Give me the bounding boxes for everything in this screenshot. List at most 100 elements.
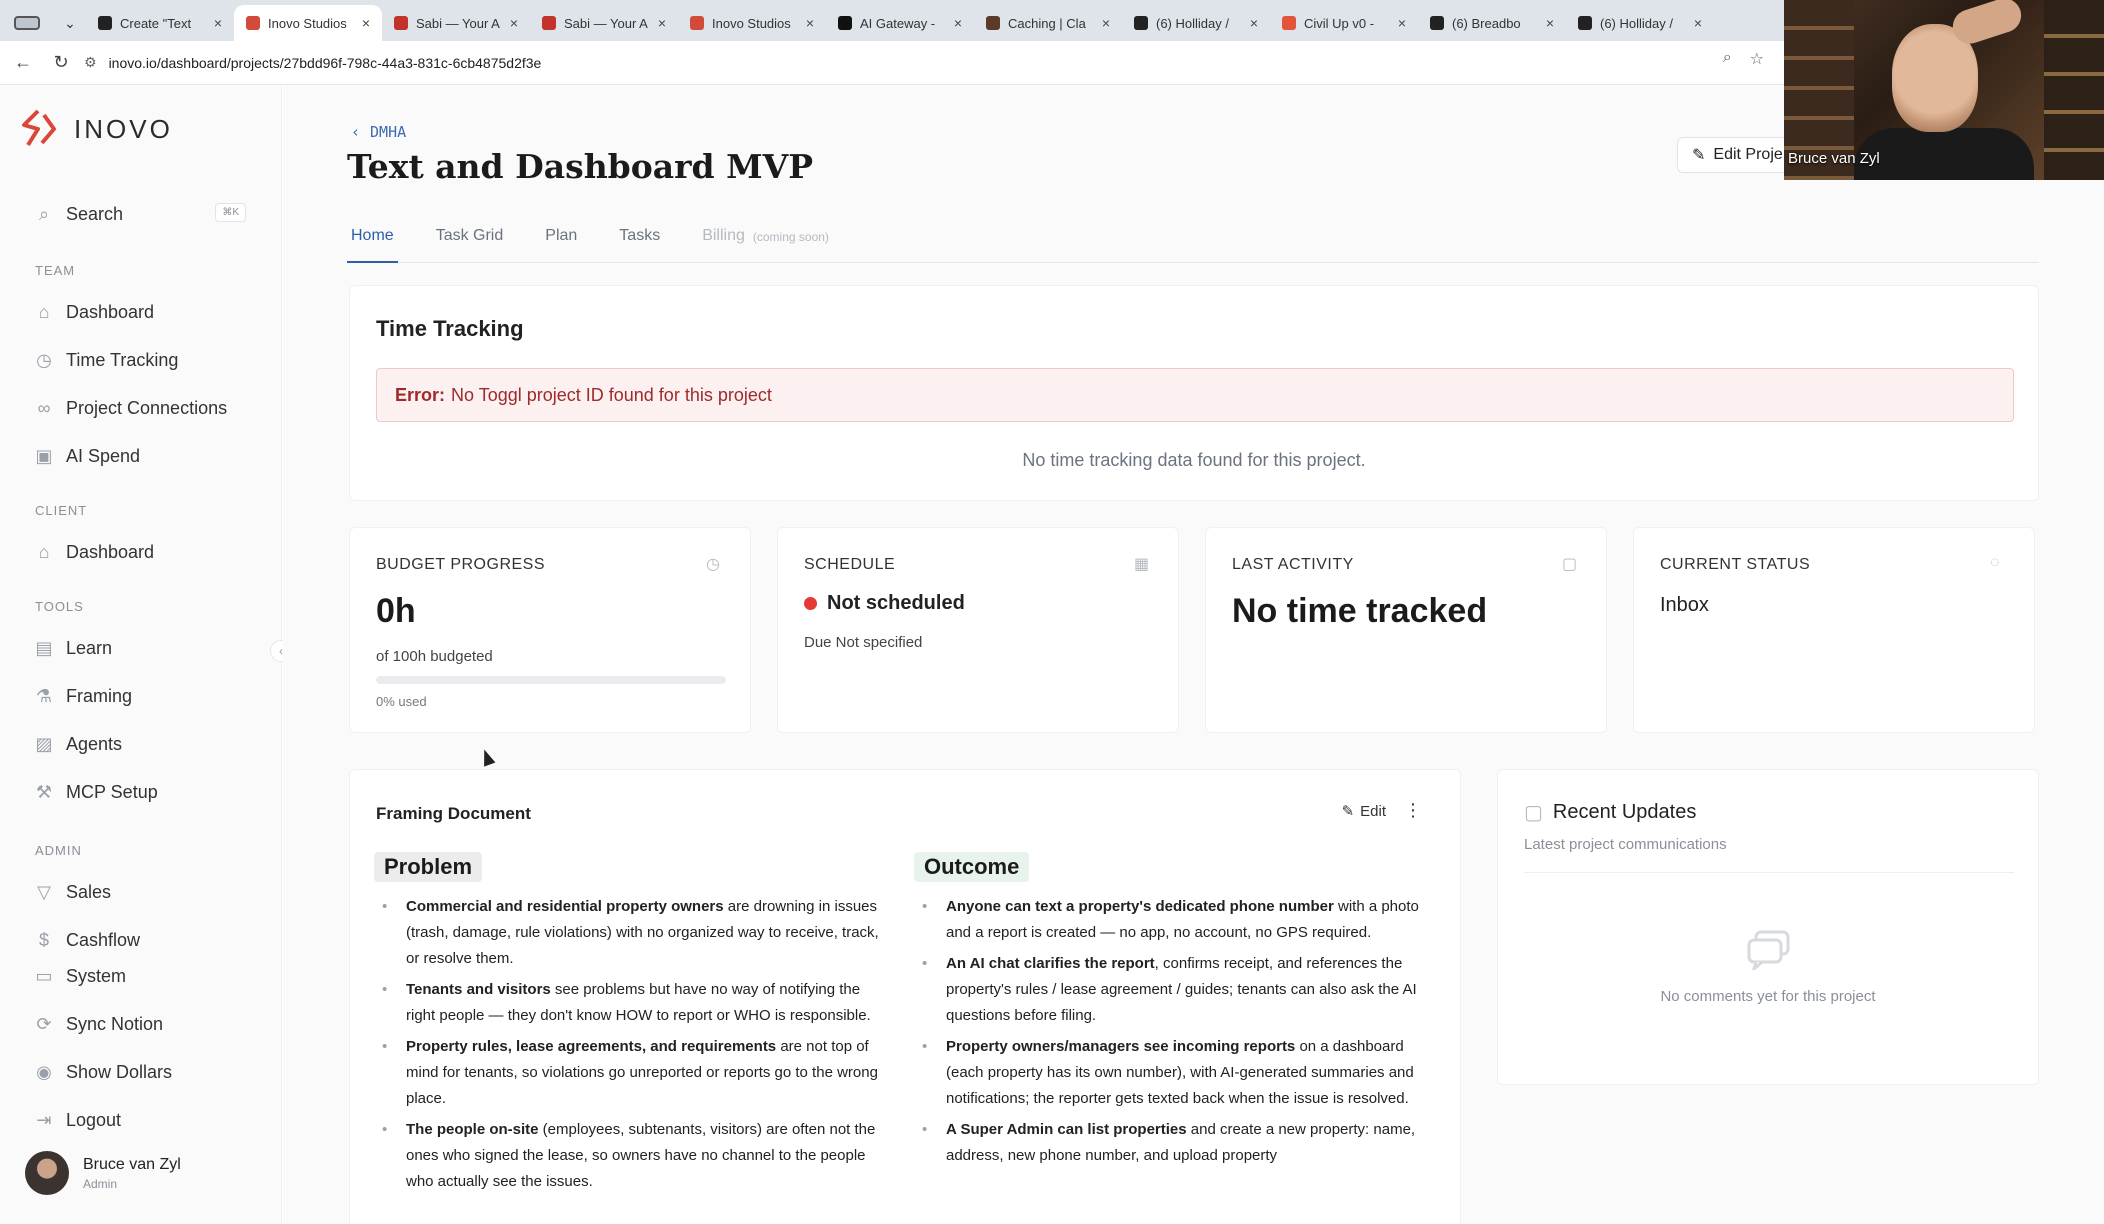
sidebar-item-client-dashboard[interactable]: ⌂ Dashboard: [34, 539, 155, 565]
sidebar-item-project-connections[interactable]: ∞ Project Connections: [34, 395, 228, 421]
webcam-background: [2044, 0, 2104, 180]
browser-tab[interactable]: (6) Holliday / ×: [1122, 5, 1270, 41]
tab-favicon-icon: [1134, 16, 1148, 30]
recent-updates-title: Recent Updates: [1552, 801, 1697, 823]
tab-list-chevron-icon[interactable]: ⌄: [54, 5, 86, 41]
edit-project-label: Edit Proje: [1713, 146, 1783, 163]
framing-edit-button[interactable]: ✎ Edit: [1342, 802, 1386, 821]
list-item-bold: A Super Admin can list properties: [946, 1121, 1187, 1138]
tab-close-icon[interactable]: ×: [658, 15, 666, 31]
sidebar-user[interactable]: Bruce van Zyl Admin: [25, 1151, 181, 1195]
tab-favicon-icon: [1282, 16, 1296, 30]
tab-close-icon[interactable]: ×: [1398, 15, 1406, 31]
logo-text: INOVO: [74, 113, 173, 144]
project-tabs: Home Task Grid Plan Tasks Billing (coming soo…: [347, 221, 2039, 263]
browser-tab[interactable]: (6) Holliday / ×: [1566, 5, 1714, 41]
sidebar-item-framing[interactable]: ⚗ Framing: [34, 683, 132, 709]
budget-value: 0h: [376, 592, 416, 630]
tab-label: Home: [351, 227, 394, 244]
browser-tab[interactable]: Create "Text ×: [86, 5, 234, 41]
sidebar-item-ai-spend[interactable]: ▣ AI Spend: [34, 443, 140, 469]
search-shortcut: ⌘K: [215, 203, 246, 222]
url-field[interactable]: ⚙ inovo.io/dashboard/projects/27bdd96f-7…: [84, 54, 541, 71]
page-title: Text and Dashboard MVP: [347, 147, 814, 186]
more-vertical-icon[interactable]: ⋮: [1404, 800, 1422, 821]
tab-label: Billing: [702, 227, 745, 244]
browser-tab[interactable]: Inovo Studios ×: [678, 5, 826, 41]
tab-home[interactable]: Home: [347, 221, 398, 263]
flask-icon: ⚗: [35, 685, 53, 706]
sidebar-item-agents[interactable]: ▨ Agents: [34, 731, 122, 757]
error-prefix: Error:: [395, 384, 446, 405]
section-admin: ADMIN: [35, 843, 82, 858]
tab-close-icon[interactable]: ×: [1250, 15, 1258, 31]
browser-tab[interactable]: Sabi — Your A ×: [382, 5, 530, 41]
tab-groups-button[interactable]: [0, 5, 54, 41]
tab-close-icon[interactable]: ×: [362, 15, 370, 31]
schedule-status: Not scheduled: [804, 592, 965, 615]
reload-icon[interactable]: ↻: [46, 48, 76, 78]
status-dot: [804, 597, 817, 610]
tab-title: Create "Text: [120, 15, 192, 31]
sidebar-item-cashflow[interactable]: $ Cashflow: [34, 927, 140, 953]
tab-task-grid[interactable]: Task Grid: [432, 221, 508, 263]
list-item-bold: Property owners/managers see incoming re…: [946, 1038, 1296, 1055]
breadcrumb[interactable]: ‹ DMHA: [351, 123, 406, 141]
edit-project-button[interactable]: ✎ Edit Proje: [1677, 137, 1798, 173]
user-name: Bruce van Zyl: [83, 1155, 181, 1173]
tab-title: Inovo Studios: [268, 15, 347, 31]
browser-tab[interactable]: Sabi — Your A ×: [530, 5, 678, 41]
budget-used: 0% used: [376, 694, 427, 709]
browser-tab[interactable]: (6) Breadbo ×: [1418, 5, 1566, 41]
tab-close-icon[interactable]: ×: [214, 15, 222, 31]
budget-sub: of 100h budgeted: [376, 648, 493, 665]
tab-close-icon[interactable]: ×: [1102, 15, 1110, 31]
sidebar-item-logout[interactable]: ⇥ Logout: [34, 1107, 121, 1133]
outcome-heading: Outcome: [914, 852, 1030, 882]
sidebar-item-sync-notion[interactable]: ⟳ Sync Notion: [34, 1011, 163, 1037]
list-item: Property rules, lease agreements, and re…: [374, 1034, 884, 1112]
browser-tab[interactable]: AI Gateway - ×: [826, 5, 974, 41]
tab-close-icon[interactable]: ×: [1694, 15, 1702, 31]
webcam-person: [1948, 0, 2026, 48]
sidebar-item-show-dollars[interactable]: ◉ Show Dollars: [34, 1059, 172, 1085]
browser-tab[interactable]: Caching | Cla ×: [974, 5, 1122, 41]
tab-favicon-icon: [542, 16, 556, 30]
inovo-logo[interactable]: INOVO: [18, 107, 173, 151]
back-arrow-icon[interactable]: ←: [8, 48, 38, 78]
search-label: Search: [66, 203, 124, 224]
site-settings-icon[interactable]: ⚙: [84, 54, 97, 71]
sidebar-item-mcp-setup[interactable]: ⚒ MCP Setup: [34, 779, 158, 805]
problem-list: Commercial and residential property owne…: [374, 894, 884, 1195]
tab-close-icon[interactable]: ×: [954, 15, 962, 31]
time-tracking-card: Time Tracking Error: No Toggl project ID…: [349, 285, 2039, 501]
bookmark-star-icon[interactable]: ☆: [1750, 49, 1764, 69]
list-item: Tenants and visitors see problems but ha…: [374, 977, 884, 1029]
tab-title: (6) Holliday /: [1600, 15, 1673, 31]
sidebar-item-learn[interactable]: ▤ Learn: [34, 635, 112, 661]
problem-column: Problem Commercial and residential prope…: [374, 852, 884, 1200]
sidebar-item-sales[interactable]: ▽ Sales: [34, 879, 111, 905]
info-icon: ◌: [1990, 554, 2000, 571]
tab-plan[interactable]: Plan: [541, 221, 581, 263]
wrench-icon: ⚒: [35, 781, 53, 802]
framing-document-card: Framing Document ✎ Edit ⋮ Problem Commer…: [349, 769, 1461, 1224]
time-tracking-empty: No time tracking data found for this pro…: [1022, 450, 1366, 470]
sidebar-search[interactable]: ⌕ Search ⌘K: [34, 201, 246, 227]
tab-tasks[interactable]: Tasks: [615, 221, 664, 263]
sidebar-item-time-tracking[interactable]: ◷ Time Tracking: [34, 347, 178, 373]
tab-close-icon[interactable]: ×: [1546, 15, 1554, 31]
sidebar-item-system[interactable]: ▭ System: [34, 963, 126, 989]
browser-tab[interactable]: Civil Up v0 - ×: [1270, 5, 1418, 41]
tab-close-icon[interactable]: ×: [806, 15, 814, 31]
browser-tab[interactable]: Inovo Studios ×: [234, 5, 382, 41]
zoom-icon[interactable]: ⌕: [1723, 49, 1732, 69]
sidebar-item-label: MCP Setup: [66, 781, 158, 802]
sync-icon: ⟳: [36, 1013, 52, 1034]
recent-updates-heading: ▢ Recent Updates: [1524, 800, 1696, 825]
search-icon: ⌕: [38, 203, 50, 224]
tab-close-icon[interactable]: ×: [510, 15, 518, 31]
sidebar-item-team-dashboard[interactable]: ⌂ Dashboard: [34, 299, 155, 325]
framing-title: Framing Document: [376, 804, 531, 823]
error-message: No Toggl project ID found for this proje…: [451, 384, 772, 405]
